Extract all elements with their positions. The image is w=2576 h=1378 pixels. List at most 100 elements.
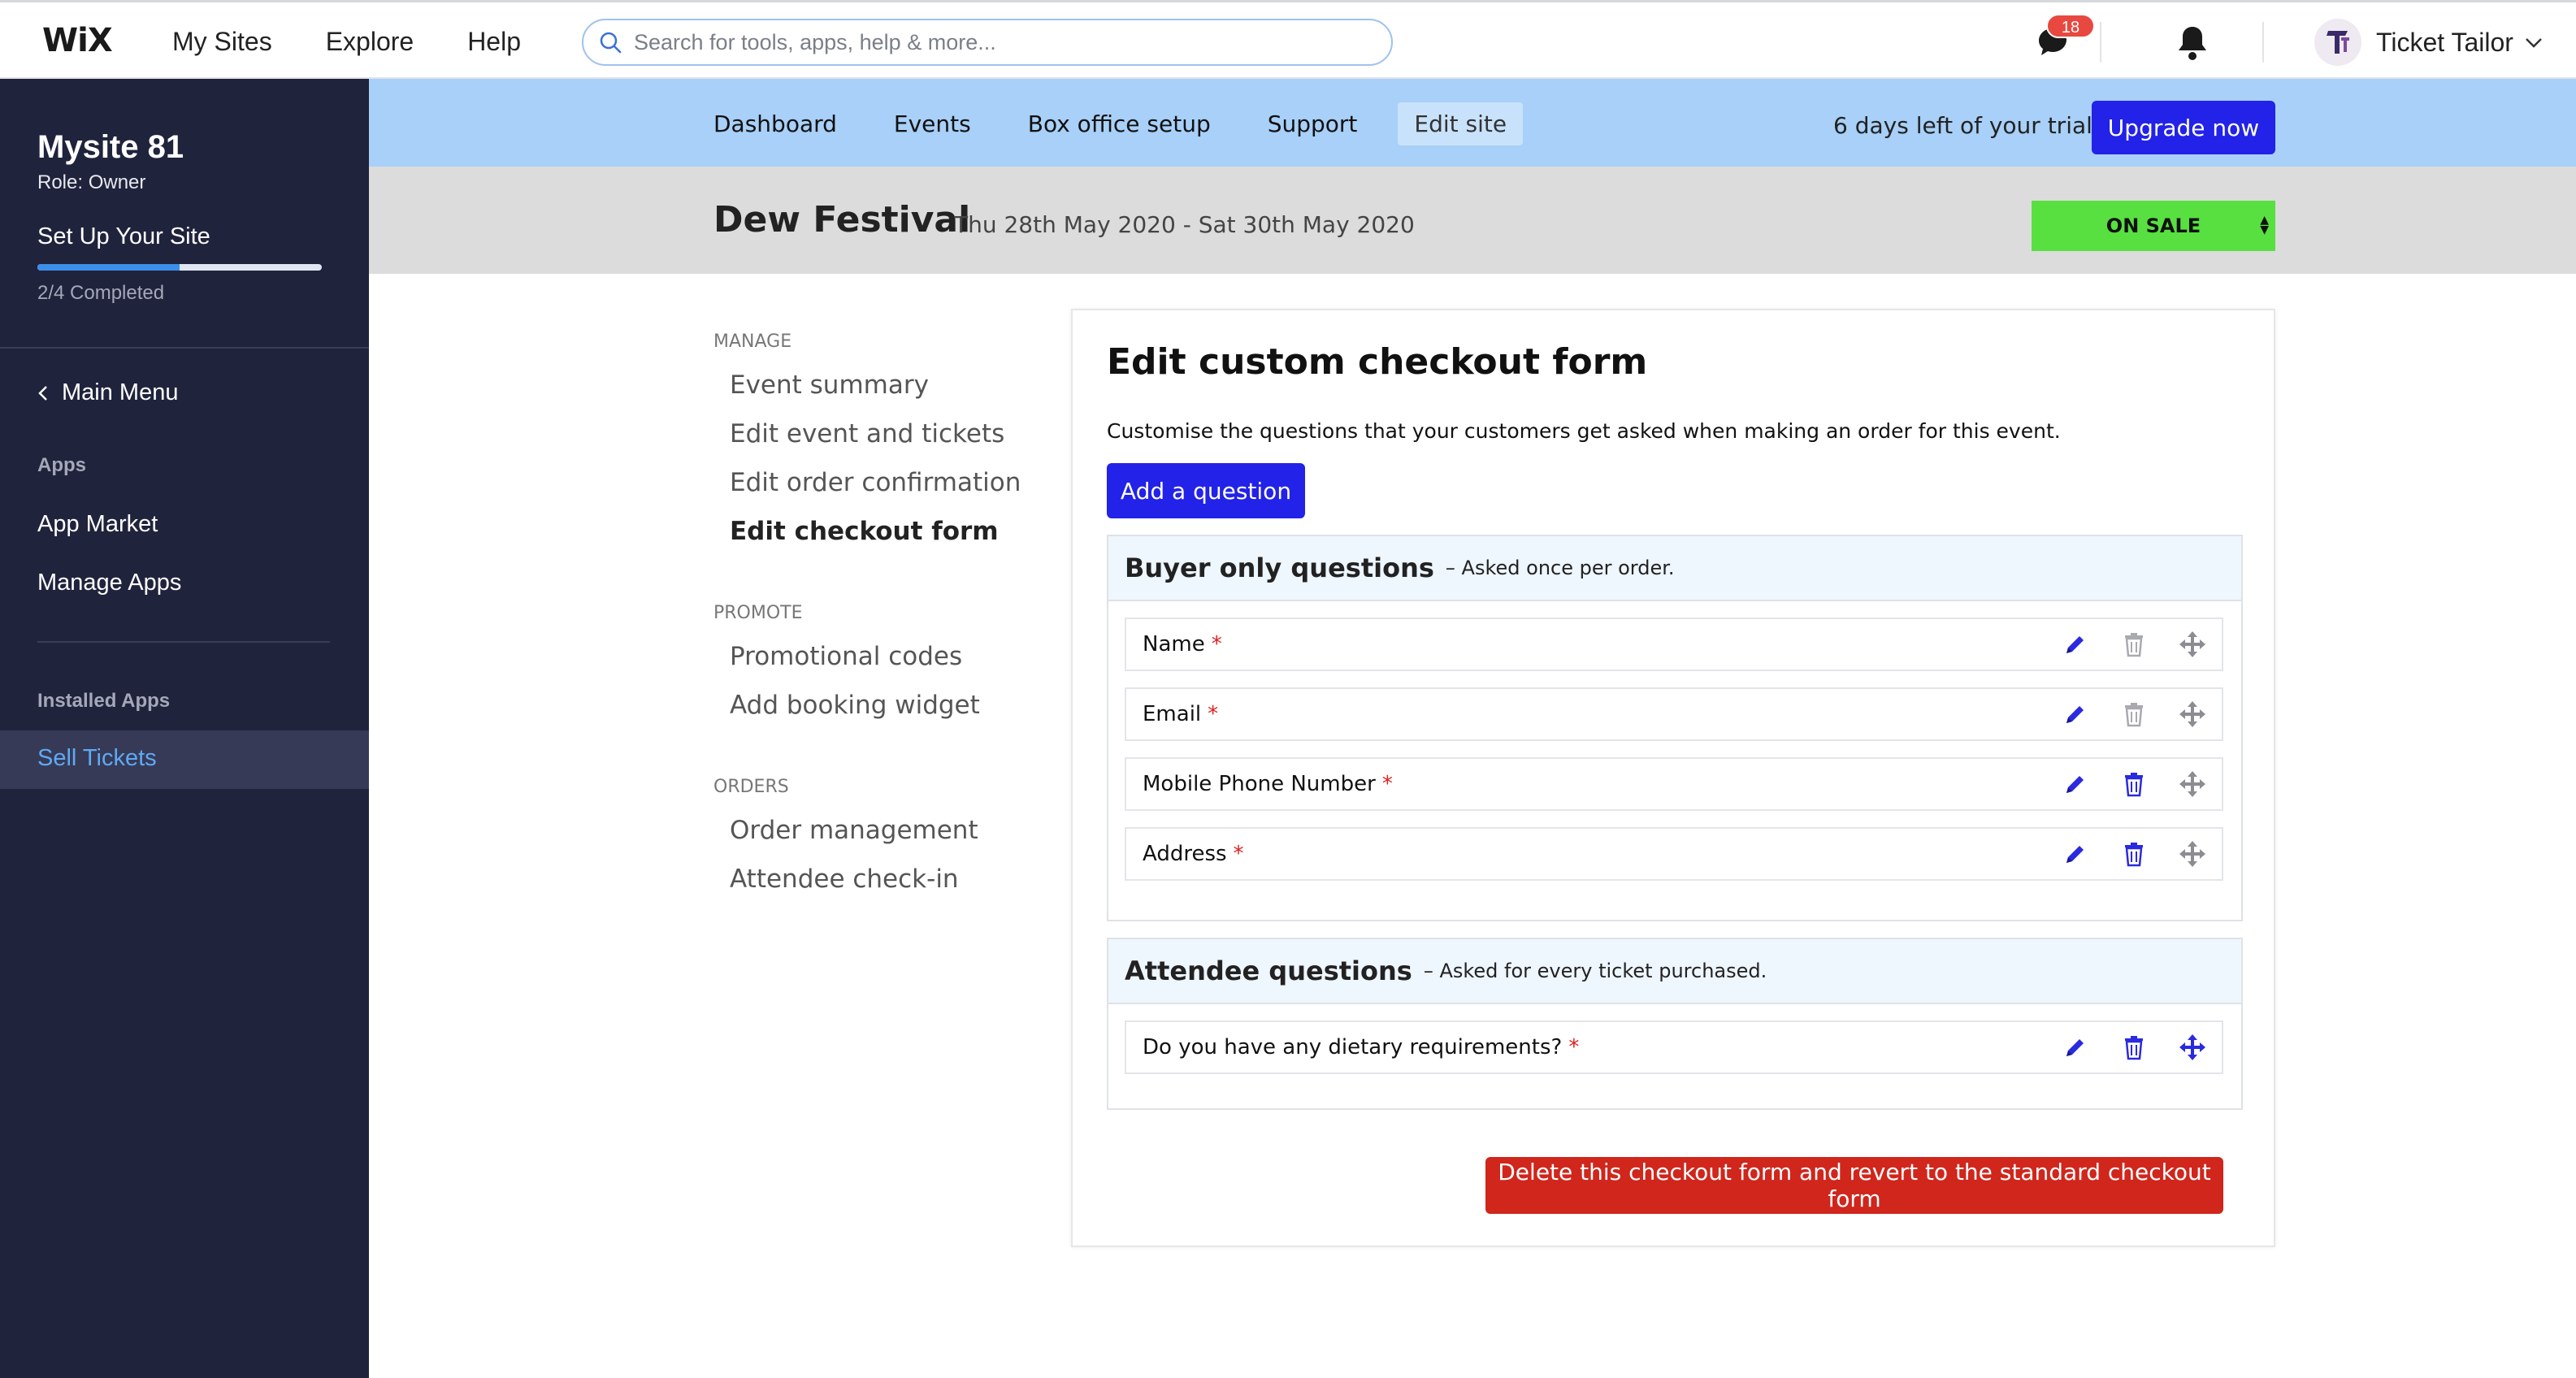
menu-order-management[interactable]: Order management (730, 816, 978, 845)
event-status-select[interactable]: ON SALE ▲ ▼ (2032, 201, 2275, 251)
move-icon (2179, 1034, 2205, 1060)
question-row-email: Email * (1125, 687, 2223, 741)
required-marker: * (1208, 702, 1219, 726)
promote-heading: PROMOTE (713, 603, 803, 623)
event-header: Dew Festival Thu 28th May 2020 - Sat 30t… (369, 167, 2576, 274)
attendee-questions-section: Attendee questions – Asked for every tic… (1107, 938, 2243, 1110)
account-avatar[interactable] (2314, 19, 2361, 66)
sidebar-item-app-market[interactable]: App Market (37, 511, 158, 538)
edit-question-button[interactable] (2046, 841, 2105, 867)
attendee-section-title: Attendee questions (1125, 956, 1412, 986)
search-bar (582, 19, 1393, 66)
move-icon (2179, 841, 2205, 867)
menu-edit-order-confirmation[interactable]: Edit order confirmation (730, 468, 1021, 497)
attendee-section-subtitle: – Asked for every ticket purchased. (1423, 960, 1767, 982)
question-label: Do you have any dietary requirements? (1143, 1035, 1563, 1060)
trash-icon (2125, 703, 2143, 727)
nav-explore[interactable]: Explore (326, 27, 414, 57)
app-nav-bar: Dashboard Events Box office setup Suppor… (369, 79, 2576, 167)
required-marker: * (1211, 632, 1222, 656)
manage-heading: MANAGE (713, 332, 792, 352)
notification-count-badge: 18 (2046, 14, 2095, 38)
delete-question-button-disabled (2105, 631, 2163, 657)
edit-question-button[interactable] (2046, 701, 2105, 727)
delete-question-button[interactable] (2105, 771, 2163, 797)
tab-box-office-setup[interactable]: Box office setup (1028, 102, 1211, 145)
menu-edit-checkout-form[interactable]: Edit checkout form (730, 517, 999, 546)
trash-icon (2125, 633, 2143, 657)
question-actions (2046, 759, 2222, 809)
question-actions (2046, 689, 2222, 739)
delete-question-button[interactable] (2105, 841, 2163, 867)
drag-handle[interactable] (2163, 839, 2222, 869)
buyer-section-subtitle: – Asked once per order. (1445, 557, 1675, 579)
tab-edit-site[interactable]: Edit site (1398, 102, 1524, 145)
event-status-value: ON SALE (2105, 214, 2201, 237)
tab-dashboard[interactable]: Dashboard (713, 102, 837, 145)
divider (2100, 22, 2101, 63)
main-menu-link[interactable]: Main Menu (37, 379, 178, 406)
sidebar: Mysite 81 Role: Owner Set Up Your Site 2… (0, 79, 369, 1378)
tab-support[interactable]: Support (1268, 102, 1358, 145)
question-actions (2046, 1022, 2222, 1072)
page-title: Edit custom checkout form (1107, 341, 1648, 383)
question-label: Mobile Phone Number (1143, 772, 1376, 796)
setup-progress-bar (37, 264, 322, 271)
search-input[interactable] (634, 29, 1365, 55)
upgrade-now-button[interactable]: Upgrade now (2092, 101, 2275, 154)
menu-edit-event-and-tickets[interactable]: Edit event and tickets (730, 419, 1004, 448)
trial-notice: 6 days left of your trial. (1833, 112, 2100, 139)
drag-handle-disabled (2163, 700, 2222, 729)
menu-event-summary[interactable]: Event summary (730, 370, 929, 400)
buyer-section-title: Buyer only questions (1125, 552, 1434, 583)
orders-heading: ORDERS (713, 777, 789, 797)
wix-top-bar: WiX My Sites Explore Help 18 Ticket Tail… (0, 0, 2576, 79)
select-arrows-icon: ▲ ▼ (2260, 214, 2269, 236)
drag-handle[interactable] (2163, 1033, 2222, 1062)
search-icon (600, 32, 622, 54)
question-row-mobile-phone: Mobile Phone Number * (1125, 757, 2223, 811)
account-menu[interactable]: Ticket Tailor (2376, 28, 2543, 58)
buyer-section-header: Buyer only questions – Asked once per or… (1108, 536, 2241, 601)
apps-section-label: Apps (37, 454, 86, 476)
sidebar-item-manage-apps[interactable]: Manage Apps (37, 570, 181, 596)
site-role: Role: Owner (37, 171, 146, 193)
tab-events[interactable]: Events (894, 102, 971, 145)
attendee-section-header: Attendee questions – Asked for every tic… (1108, 939, 2241, 1004)
required-marker: * (1233, 842, 1244, 866)
drag-handle[interactable] (2163, 769, 2222, 799)
form-description: Customise the questions that your custom… (1107, 419, 2061, 443)
delete-question-button[interactable] (2105, 1034, 2163, 1060)
sidebar-divider (0, 347, 369, 349)
main-menu-label: Main Menu (62, 379, 179, 405)
wix-logo[interactable]: WiX (42, 22, 113, 59)
add-question-button[interactable]: Add a question (1107, 463, 1305, 518)
sidebar-item-sell-tickets[interactable]: Sell Tickets (0, 730, 369, 789)
move-icon (2179, 771, 2205, 797)
trash-icon (2125, 1036, 2143, 1060)
menu-promotional-codes[interactable]: Promotional codes (730, 642, 962, 671)
required-marker: * (1568, 1035, 1580, 1060)
question-actions (2046, 829, 2222, 879)
bell-icon[interactable] (2175, 24, 2210, 63)
nav-my-sites[interactable]: My Sites (172, 27, 272, 57)
ticket-tailor-logo-icon (2327, 31, 2349, 54)
question-actions (2046, 619, 2222, 670)
trash-icon (2125, 843, 2143, 867)
menu-add-booking-widget[interactable]: Add booking widget (730, 691, 980, 720)
account-name: Ticket Tailor (2376, 28, 2513, 57)
edit-question-button[interactable] (2046, 1034, 2105, 1060)
question-row-name: Name * (1125, 618, 2223, 671)
chevron-left-icon (38, 385, 47, 401)
edit-question-button[interactable] (2046, 631, 2105, 657)
setup-progress-fill (37, 264, 180, 271)
menu-attendee-check-in[interactable]: Attendee check-in (730, 864, 959, 894)
nav-help[interactable]: Help (467, 27, 521, 57)
delete-checkout-form-button[interactable]: Delete this checkout form and revert to … (1485, 1157, 2223, 1214)
pencil-icon (2066, 636, 2084, 653)
setup-site-link[interactable]: Set Up Your Site (37, 223, 210, 250)
app-nav-links: Dashboard Events Box office setup Suppor… (713, 102, 1580, 145)
event-title: Dew Festival (713, 199, 971, 240)
checkout-form-card: Edit custom checkout form Customise the … (1071, 309, 2275, 1247)
edit-question-button[interactable] (2046, 771, 2105, 797)
